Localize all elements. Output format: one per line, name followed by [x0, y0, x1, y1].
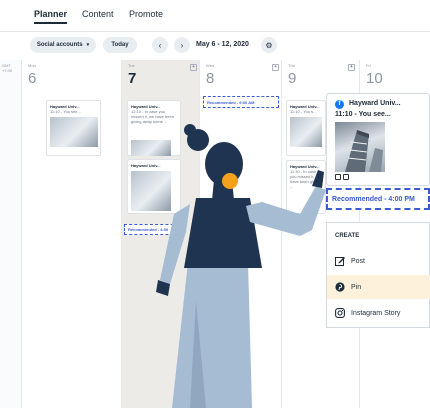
social-accounts-dropdown[interactable]: Social accounts ▾: [30, 37, 96, 53]
day-number: 9: [288, 70, 297, 87]
create-post-item[interactable]: Post: [327, 249, 430, 273]
settings-button[interactable]: ⚙: [261, 37, 277, 53]
day-number: 8: [206, 70, 215, 87]
prev-week-button[interactable]: ‹: [152, 37, 168, 53]
post-preview-title: Hayward Univ...: [349, 100, 401, 107]
post-preview-image: [335, 122, 385, 172]
chevron-left-icon: ‹: [158, 40, 162, 50]
add-post-icon[interactable]: +: [348, 64, 355, 71]
day-column-tue[interactable]: Tue 7 + Hayward Univ... 12:10 - In case …: [122, 60, 200, 408]
pinterest-icon: [335, 282, 345, 292]
planner-app: Planner Content Promote Social accounts …: [0, 0, 430, 408]
post-card-thu-2[interactable]: Hayward Univ... 11:30 - In case you miss…: [286, 160, 326, 214]
day-name: Wed: [206, 63, 215, 68]
create-instagram-story-item[interactable]: Instagram Story: [327, 301, 430, 325]
day-number: 10: [366, 70, 383, 87]
top-nav: Planner Content Promote: [0, 0, 430, 32]
post-thumbnail: [290, 117, 322, 147]
post-card-tue-2[interactable]: Hayward Univ...: [127, 159, 181, 214]
post-thumbnail: [50, 117, 98, 147]
create-pin-label: Pin: [351, 283, 362, 291]
card-snippet: 11:10 - You see...: [50, 109, 81, 114]
day-name: Mon: [28, 63, 36, 68]
chevron-right-icon: ›: [180, 40, 184, 50]
recommended-slot-tue[interactable]: Recommended - 4:00: [124, 224, 184, 235]
day-number: 6: [28, 70, 37, 87]
timezone-label: GMT +7:00: [2, 63, 13, 73]
calendar-icon: [343, 174, 349, 180]
day-name: Fri: [366, 63, 371, 68]
day-name: Thu: [288, 63, 295, 68]
day-column-mon[interactable]: Mon 6 Hayward Univ... 11:10 - You see...: [22, 60, 122, 408]
card-title: Hayward Univ...: [131, 163, 161, 168]
add-post-icon[interactable]: +: [190, 64, 197, 71]
tab-promote[interactable]: Promote: [129, 9, 163, 19]
facebook-icon: f: [335, 100, 344, 109]
create-menu-header: CREATE: [335, 233, 360, 239]
date-range: May 6 - 12, 2020: [196, 41, 249, 48]
card-snippet: 11:10 - You s...: [290, 109, 317, 114]
day-number: 7: [128, 70, 137, 87]
post-card-tue-1[interactable]: Hayward Univ... 12:10 - In case you miss…: [127, 100, 181, 156]
card-snippet: 12:10 - In case you missed it, we have b…: [131, 109, 174, 124]
post-thumbnail: [131, 140, 171, 156]
post-card-thu-1[interactable]: Hayward Univ... 11:10 - You s...: [286, 100, 326, 156]
post-preview-snippet: 11:10 - You see...: [335, 111, 391, 118]
create-pin-item[interactable]: Pin: [327, 275, 430, 299]
create-menu: CREATE Post Pin Instagram Story: [326, 222, 430, 328]
toolbar: Social accounts ▾ Today ‹ › May 6 - 12, …: [0, 32, 430, 60]
recommended-slot-wed[interactable]: Recommended - 9:00 AM: [203, 96, 279, 108]
recommended-slot-fri[interactable]: Recommended - 4:00 PM: [326, 188, 430, 210]
day-name: Tue: [128, 63, 135, 68]
chevron-down-icon: ▾: [86, 42, 90, 48]
gear-icon: ⚙: [265, 40, 273, 50]
time-gutter: GMT +7:00: [0, 60, 22, 408]
instagram-icon: [335, 308, 345, 318]
add-post-icon[interactable]: +: [272, 64, 279, 71]
post-preview-card[interactable]: f Hayward Univ... 11:10 - You see...: [326, 93, 430, 186]
card-snippet: 11:30 - In case you missed it, we have b…: [290, 169, 321, 189]
post-card-mon[interactable]: Hayward Univ... 11:10 - You see...: [46, 100, 101, 156]
edit-icon: [335, 256, 345, 266]
post-thumbnail: [131, 171, 171, 211]
tab-content[interactable]: Content: [82, 9, 114, 19]
social-accounts-label: Social accounts: [36, 42, 83, 48]
today-button[interactable]: Today: [103, 37, 137, 53]
next-week-button[interactable]: ›: [174, 37, 190, 53]
create-instagram-story-label: Instagram Story: [351, 309, 401, 317]
create-post-label: Post: [351, 257, 366, 265]
image-icon: [335, 174, 341, 180]
day-column-wed[interactable]: Wed 8 + Recommended - 9:00 AM: [200, 60, 282, 408]
tab-planner[interactable]: Planner: [34, 9, 68, 24]
